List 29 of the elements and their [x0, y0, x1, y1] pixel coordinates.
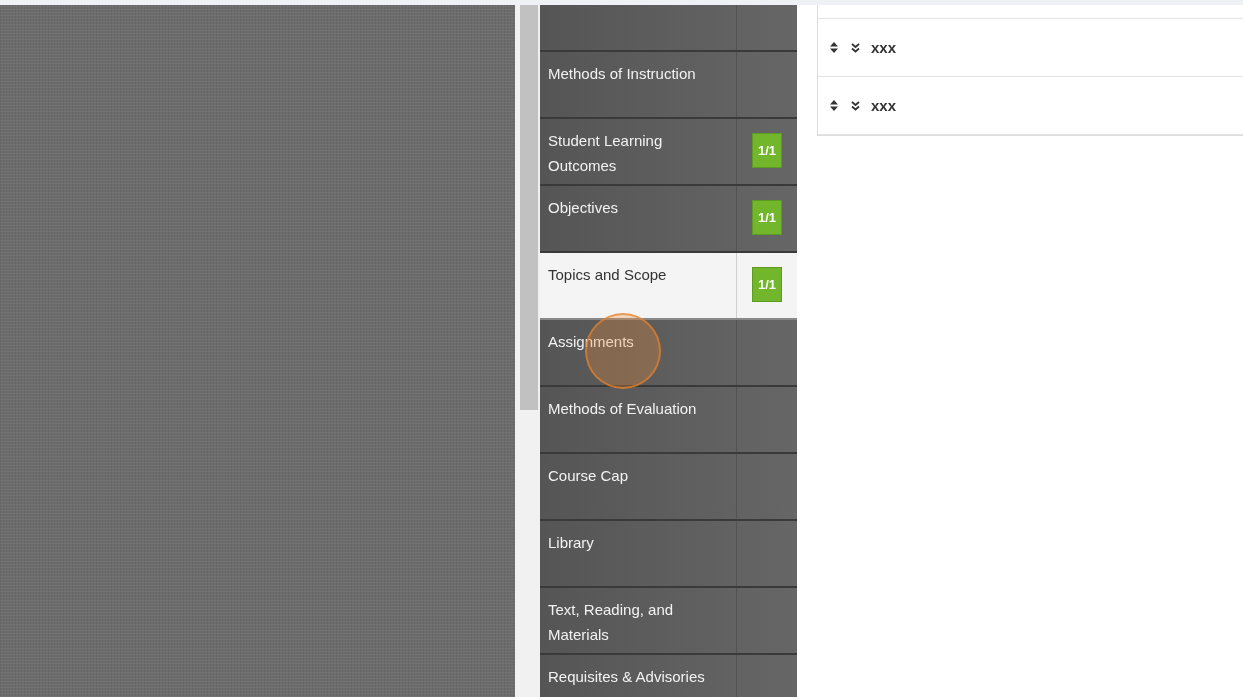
nav-item[interactable]: Course Cap: [540, 454, 797, 521]
scrollbar[interactable]: [515, 5, 540, 697]
double-chevron-icon[interactable]: [851, 100, 860, 111]
count-badge: 1/1: [751, 267, 783, 302]
nav-item-label: Topics and Scope: [548, 266, 667, 283]
nav-item-label: Requisites & Advisories: [548, 668, 705, 685]
nav-item-label: Library: [548, 534, 594, 551]
nav-item-label: Objectives: [548, 199, 619, 216]
nav-item[interactable]: Methods of Instruction: [540, 52, 797, 119]
count-badge: 1/1: [751, 133, 783, 168]
nav-item-label: Text, Reading, and Materials: [548, 601, 674, 643]
nav-item[interactable]: Requisites & Advisories: [540, 655, 797, 697]
row-label: xxx: [871, 97, 897, 114]
nav-item[interactable]: Objectives 1/1: [540, 186, 797, 253]
scrollbar-thumb[interactable]: [519, 5, 538, 410]
double-chevron-icon[interactable]: [851, 42, 860, 53]
nav-item[interactable]: Library: [540, 521, 797, 588]
nav-item-label: Student Learning Outcomes: [548, 132, 663, 174]
nav-item[interactable]: Text, Reading, and Materials: [540, 588, 797, 655]
sort-icon[interactable]: [830, 42, 838, 53]
nav-item-label: Methods of Instruction: [548, 65, 696, 82]
nav-item-label: Methods of Evaluation: [548, 400, 697, 417]
sort-icon[interactable]: [830, 100, 838, 111]
count-badge: 1/1: [751, 200, 783, 235]
nav-item[interactable]: Topics and Scope 1/1: [540, 253, 797, 320]
nav-item-label: Course Cap: [548, 467, 629, 484]
nav-item[interactable]: Methods of Evaluation: [540, 387, 797, 454]
nav-item[interactable]: Student Learning Outcomes 1/1: [540, 119, 797, 186]
row-label: xxx: [871, 39, 897, 56]
